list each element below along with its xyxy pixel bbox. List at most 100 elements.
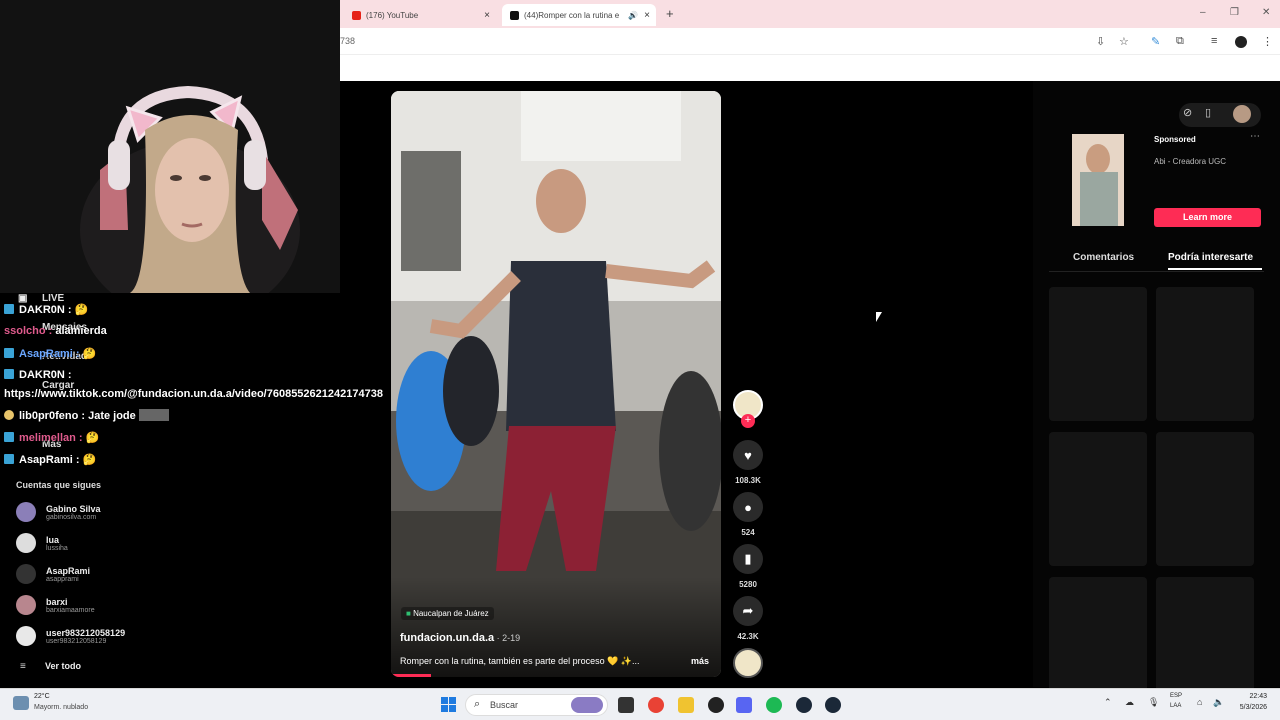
sub-badge-icon xyxy=(4,369,14,379)
file-explorer-icon[interactable] xyxy=(678,697,694,713)
browser-tab-bar: (176) YouTube × (44)Romper con la rutina… xyxy=(340,0,1280,28)
comments-count: 524 xyxy=(741,528,755,537)
new-tab-button[interactable]: + xyxy=(666,6,674,21)
following-name: lua xyxy=(46,534,60,545)
steam-icon[interactable] xyxy=(796,697,812,713)
discord-icon[interactable] xyxy=(736,697,752,713)
following-item[interactable]: barxi barxiamaamore xyxy=(16,595,95,615)
following-item[interactable]: Gabino Silva gabinosilva.com xyxy=(16,502,101,522)
address-bar[interactable]: 738 ⇩ ☆ ✎ ⧉ ≡ ⋮ xyxy=(340,28,1280,55)
location-tag[interactable]: ■ Naucalpan de Juárez xyxy=(401,607,494,620)
chat-line: AsapRami : 🤔 xyxy=(4,347,96,360)
windows-taskbar: 22°C Mayorm. nublado ⌕ Buscar ⌃ ☁ 🎙 ESP … xyxy=(0,688,1280,720)
tab-you-may-like[interactable]: Podría interesarte xyxy=(1168,252,1253,263)
chat-line: ssolcho : alamierda xyxy=(4,325,107,337)
video-player[interactable]: ■ Naucalpan de Juárez fundacion.un.da.a … xyxy=(391,91,721,677)
install-icon[interactable]: ⇩ xyxy=(1096,35,1105,48)
obs-icon[interactable] xyxy=(708,697,724,713)
ad-thumbnail[interactable] xyxy=(1072,134,1124,226)
sub-badge-icon xyxy=(4,348,14,358)
follow-plus-icon[interactable]: + xyxy=(741,414,755,428)
share-arrow-icon[interactable]: ➦ xyxy=(733,596,763,626)
video-caption: Romper con la rutina, también es parte d… xyxy=(400,656,640,666)
autoscroll-icon[interactable]: ⊘ xyxy=(1183,106,1192,119)
ad-options-icon[interactable]: ⋯ xyxy=(1250,131,1260,142)
minimize-button[interactable]: – xyxy=(1200,7,1206,18)
comment-icon[interactable]: ● xyxy=(733,492,763,522)
active-tab-indicator xyxy=(1168,268,1262,270)
chrome-icon[interactable] xyxy=(648,697,664,713)
sub-badge-icon xyxy=(4,454,14,464)
tray-chevron-icon[interactable]: ⌃ xyxy=(1104,697,1112,708)
progress-bar[interactable] xyxy=(391,674,431,677)
following-title: Cuentas que sigues xyxy=(16,480,102,490)
following-item[interactable]: AsapRami asapprami xyxy=(16,564,90,584)
weather-temp: 22°C xyxy=(34,693,50,700)
see-all-link[interactable]: Ver todo xyxy=(45,661,81,671)
network-icon[interactable]: ⌂ xyxy=(1197,697,1202,707)
weather-icon[interactable] xyxy=(13,696,29,710)
clock-date[interactable]: 5/3/2026 xyxy=(1227,704,1267,711)
volume-icon[interactable]: 🔈 xyxy=(1213,697,1224,708)
region-indicator[interactable]: LAA xyxy=(1170,703,1181,709)
location-pin-icon: ■ xyxy=(406,609,411,618)
taskbar-search-box[interactable]: ⌕ Buscar xyxy=(465,694,608,716)
learn-more-button[interactable]: Learn more xyxy=(1154,208,1261,227)
bookmark-star-icon[interactable]: ☆ xyxy=(1119,35,1129,48)
url-text[interactable]: 738 xyxy=(340,36,355,46)
suggested-video[interactable] xyxy=(1049,432,1147,566)
suggested-video[interactable] xyxy=(1049,287,1147,421)
extensions-icon[interactable]: ⧉ xyxy=(1176,35,1184,48)
following-handle: asapprami xyxy=(46,575,79,583)
suggested-video[interactable] xyxy=(1156,287,1254,421)
chat-link[interactable]: https://www.tiktok.com/@fundacion.un.da.… xyxy=(4,388,383,400)
chat-line: DAKR0N : xyxy=(4,369,72,381)
close-icon[interactable]: × xyxy=(644,10,650,21)
language-indicator[interactable]: ESP xyxy=(1170,693,1182,699)
clock-time[interactable]: 22:43 xyxy=(1233,693,1267,700)
suggested-video[interactable] xyxy=(1156,432,1254,566)
sub-badge-icon xyxy=(4,304,14,314)
sponsored-label: Sponsored xyxy=(1154,135,1196,144)
tray-app-icon[interactable]: ☁ xyxy=(1125,697,1134,708)
chat-line: melimellan : 🤔 xyxy=(4,431,99,444)
following-handle: barxiamaamore xyxy=(46,606,95,614)
chat-line: DAKR0N : 🤔 xyxy=(4,303,88,316)
ad-name: Abi - Creadora UGC xyxy=(1154,157,1227,166)
more-caption-link[interactable]: más xyxy=(691,656,709,666)
search-highlight-icon xyxy=(571,697,603,713)
translate-icon[interactable]: ✎ xyxy=(1151,35,1160,48)
media-icon[interactable]: ≡ xyxy=(1211,35,1217,47)
page-header xyxy=(340,55,1280,81)
sub-badge-icon xyxy=(4,432,14,442)
divider xyxy=(1049,271,1264,272)
video-author[interactable]: fundacion.un.da.a · 2-19 xyxy=(400,632,520,644)
task-view-icon[interactable] xyxy=(618,697,634,713)
following-name: AsapRami xyxy=(46,565,91,576)
windows-start-icon[interactable] xyxy=(441,697,456,712)
tab-tiktok[interactable]: (44)Romper con la rutina e 🔊 × xyxy=(502,4,656,26)
close-icon[interactable]: × xyxy=(484,10,490,21)
following-handle: gabinosilva.com xyxy=(46,513,97,521)
close-window-button[interactable]: ✕ xyxy=(1262,7,1270,18)
speaker-icon[interactable]: 🔊 xyxy=(628,11,638,20)
profile-avatar[interactable] xyxy=(1235,36,1247,48)
music-disc-icon[interactable] xyxy=(733,648,763,678)
mouse-cursor-icon xyxy=(876,312,882,322)
steam-icon[interactable] xyxy=(825,697,841,713)
device-icon[interactable]: ▯ xyxy=(1205,106,1211,119)
following-item[interactable]: user983212058129 user983212058129 xyxy=(16,626,125,646)
menu-kebab-icon[interactable]: ⋮ xyxy=(1262,35,1273,48)
emote-badge-icon xyxy=(4,410,14,420)
tab-comments[interactable]: Comentarios xyxy=(1073,252,1134,263)
avatar xyxy=(16,626,36,646)
microphone-icon[interactable]: 🎙 xyxy=(1148,697,1159,708)
bookmark-icon[interactable]: ▮ xyxy=(733,544,763,574)
tab-youtube[interactable]: (176) YouTube × xyxy=(344,4,496,26)
like-heart-icon[interactable]: ♥ xyxy=(733,440,763,470)
user-avatar[interactable] xyxy=(1233,105,1251,123)
following-item[interactable]: lua lussiha xyxy=(16,533,68,553)
spotify-icon[interactable] xyxy=(766,697,782,713)
restore-button[interactable]: ❐ xyxy=(1230,7,1239,18)
tiktok-icon xyxy=(510,10,519,20)
